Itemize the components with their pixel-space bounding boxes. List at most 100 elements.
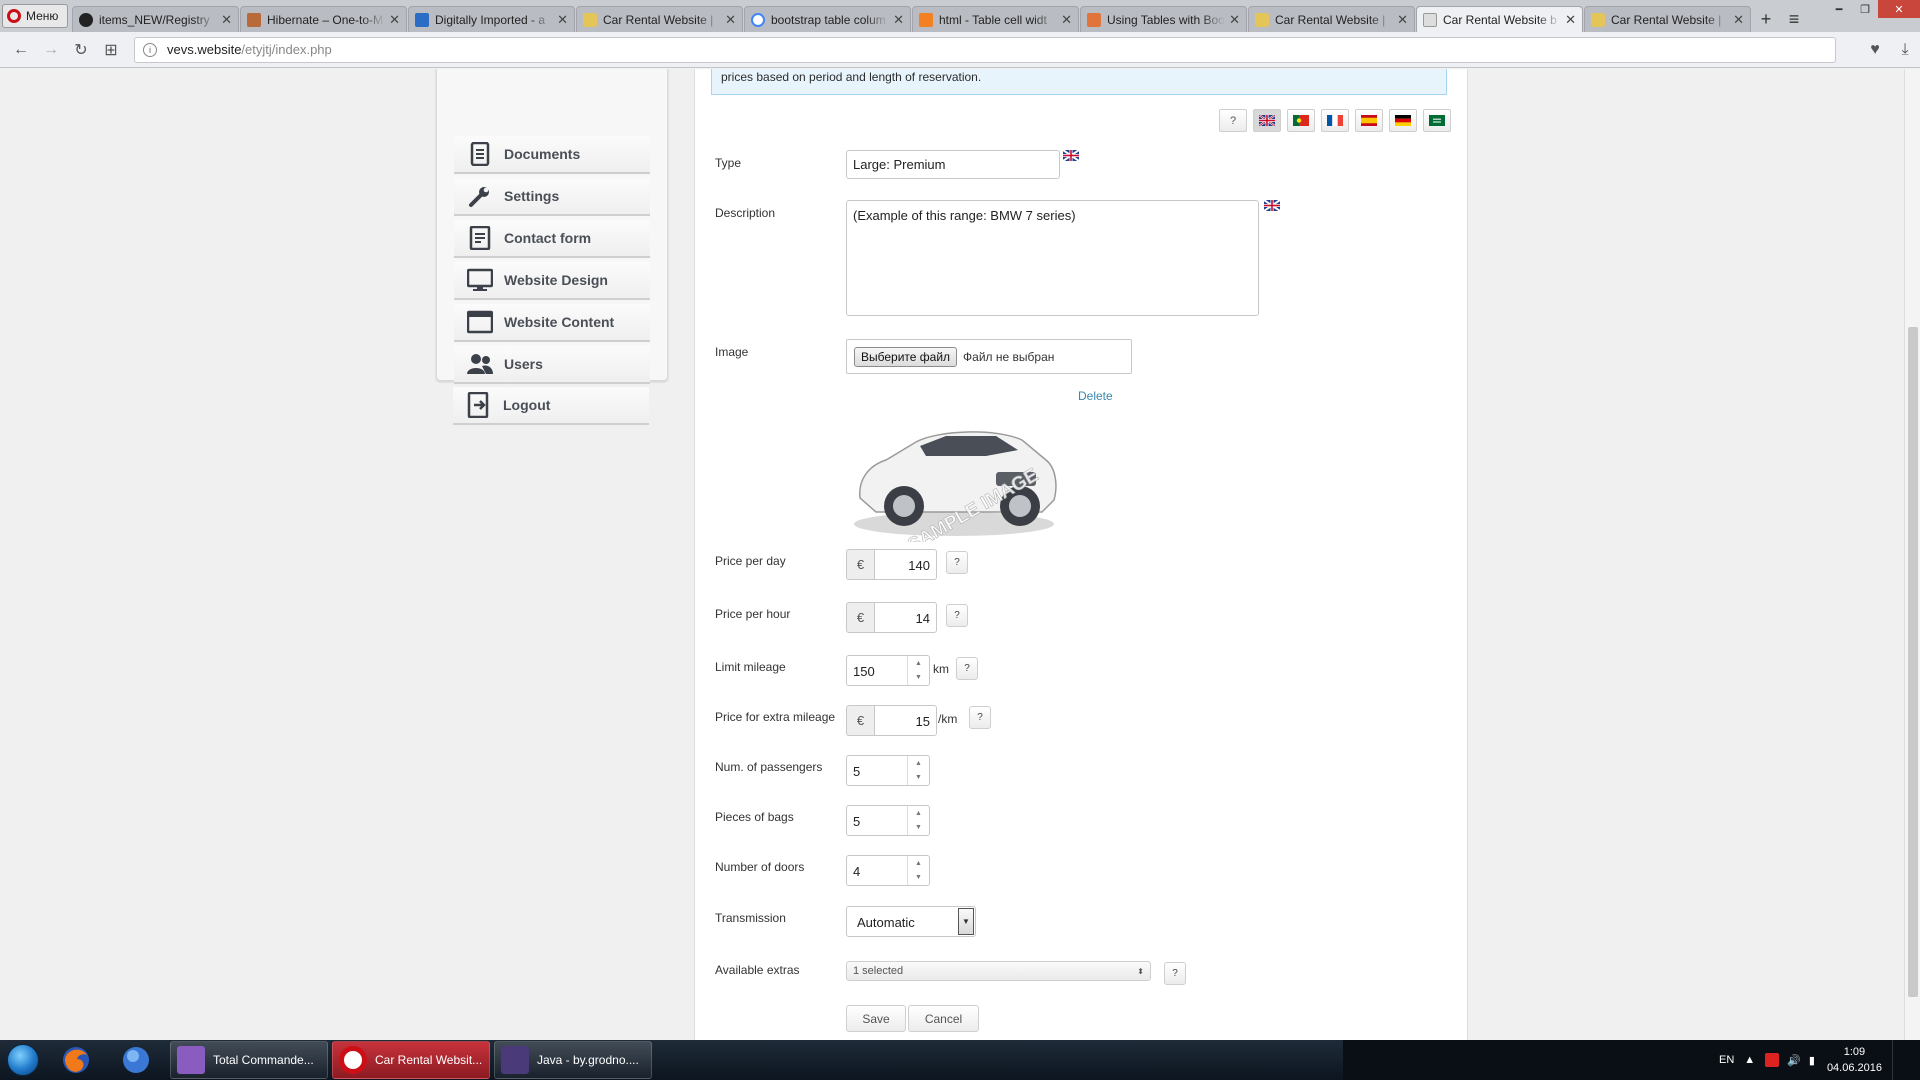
spin-up-icon[interactable]: ▲ [908, 856, 929, 871]
language-help-button[interactable]: ? [1219, 109, 1247, 132]
language-english-button[interactable] [1253, 109, 1281, 132]
limit-mileage-unit: km [933, 662, 949, 676]
sidebar-item-label: Logout [503, 397, 551, 413]
download-icon[interactable]: ⤓ [1890, 35, 1920, 65]
language-german-button[interactable] [1389, 109, 1417, 132]
browser-globe-pin[interactable] [106, 1040, 166, 1080]
save-button[interactable]: Save [846, 1005, 906, 1032]
antivirus-icon[interactable] [1765, 1053, 1780, 1067]
extra-mileage-help-button[interactable]: ? [969, 706, 991, 729]
close-tab-icon[interactable]: ✕ [1061, 12, 1072, 28]
help-label: ? [954, 610, 960, 621]
extra-mileage-input[interactable]: 15 [874, 705, 937, 736]
description-textarea[interactable]: (Example of this range: BMW 7 series) [846, 200, 1259, 316]
language-arabic-button[interactable] [1423, 109, 1451, 132]
type-input[interactable]: Large: Premium [846, 150, 1060, 179]
forward-icon[interactable]: → [36, 35, 66, 65]
total-commander-icon [177, 1046, 205, 1074]
cancel-button[interactable]: Cancel [908, 1005, 979, 1032]
sidebar-item-website-design[interactable]: Website Design [454, 262, 650, 300]
minimize-icon[interactable]: ━ [1826, 0, 1852, 18]
doors-stepper[interactable]: 4 ▲ ▼ [846, 855, 930, 886]
new-tab-button[interactable]: + [1752, 6, 1780, 32]
tab-menu-icon[interactable]: ≡ [1780, 6, 1808, 32]
browser-tab[interactable]: html - Table cell widt ✕ [912, 6, 1079, 32]
firefox-pin[interactable] [46, 1040, 106, 1080]
browser-tab[interactable]: Car Rental Website | ✕ [1584, 6, 1751, 32]
image-file-input[interactable]: Выберите файл Файл не выбран [846, 339, 1132, 374]
sidebar-item-contact-form[interactable]: Contact form [454, 220, 650, 258]
browser-tab[interactable]: Using Tables with Boo ✕ [1080, 6, 1247, 32]
opera-logo-icon [7, 9, 21, 23]
limit-mileage-stepper[interactable]: 150 ▲ ▼ [846, 655, 930, 686]
price-per-day-help-button[interactable]: ? [946, 551, 968, 574]
spin-down-icon[interactable]: ▼ [908, 771, 929, 786]
close-tab-icon[interactable]: ✕ [389, 12, 400, 28]
url-field[interactable]: i vevs.website /etyjtj/index.php [134, 36, 1836, 63]
choose-file-button[interactable]: Выберите файл [854, 346, 958, 367]
browser-tab[interactable]: Digitally Imported - a ✕ [408, 6, 575, 32]
close-tab-icon[interactable]: ✕ [1229, 12, 1240, 28]
browser-tab[interactable]: Hibernate – One-to-M ✕ [240, 6, 407, 32]
clock[interactable]: 1:09 04.06.2016 [1827, 1044, 1882, 1076]
reload-icon[interactable]: ↻ [66, 35, 96, 65]
currency-addon: € [846, 602, 874, 633]
limit-mileage-help-button[interactable]: ? [956, 657, 978, 680]
sidebar-item-settings[interactable]: Settings [454, 178, 650, 216]
sidebar-item-users[interactable]: Users [454, 346, 650, 384]
spin-down-icon[interactable]: ▼ [908, 871, 929, 886]
browser-tab[interactable]: Car Rental Website | ✕ [1248, 6, 1415, 32]
transmission-select[interactable]: Automatic ▼ [846, 906, 976, 937]
speed-dial-icon[interactable]: ⊞ [96, 35, 126, 65]
page-scrollbar[interactable] [1904, 69, 1920, 1040]
opera-menu-button[interactable]: Меню [2, 4, 68, 28]
price-per-hour-input[interactable]: 14 [874, 602, 937, 633]
price-per-hour-help-button[interactable]: ? [946, 604, 968, 627]
close-tab-icon[interactable]: ✕ [1397, 12, 1408, 28]
close-tab-icon[interactable]: ✕ [893, 12, 904, 28]
spin-up-icon[interactable]: ▲ [908, 656, 929, 671]
extras-help-button[interactable]: ? [1164, 962, 1186, 985]
bags-stepper[interactable]: 5 ▲ ▼ [846, 805, 930, 836]
close-tab-icon[interactable]: ✕ [221, 12, 232, 28]
extras-multiselect[interactable]: 1 selected ⬍ [846, 961, 1151, 981]
browser-tab-active[interactable]: Car Rental Website b ✕ [1416, 6, 1583, 32]
sidebar-item-website-content[interactable]: Website Content [454, 304, 650, 342]
language-spanish-button[interactable] [1355, 109, 1383, 132]
keyboard-language[interactable]: EN [1719, 1054, 1734, 1066]
spin-down-icon[interactable]: ▼ [908, 671, 929, 686]
browser-tab[interactable]: items_NEW/Registry ✕ [72, 6, 239, 32]
sidebar-item-logout[interactable]: Logout [453, 387, 649, 425]
language-french-button[interactable] [1321, 109, 1349, 132]
volume-icon[interactable]: 🔊 [1787, 1054, 1801, 1067]
taskbar-item-opera[interactable]: Car Rental Websit... [332, 1041, 490, 1079]
taskbar-item-total-commander[interactable]: Total Commande... [170, 1041, 328, 1079]
delete-image-link[interactable]: Delete [1078, 389, 1113, 403]
close-tab-icon[interactable]: ✕ [725, 12, 736, 28]
close-tab-icon[interactable]: ✕ [1565, 12, 1576, 28]
price-per-day-input[interactable]: 140 [874, 549, 937, 580]
language-portuguese-button[interactable] [1287, 109, 1315, 132]
tray-expand-icon[interactable]: ▲ [1744, 1054, 1755, 1066]
transmission-label: Transmission [715, 911, 786, 925]
start-button[interactable] [0, 1040, 46, 1080]
browser-tab[interactable]: bootstrap table colum ✕ [744, 6, 911, 32]
show-desktop-button[interactable] [1892, 1040, 1906, 1080]
spin-up-icon[interactable]: ▲ [908, 806, 929, 821]
close-tab-icon[interactable]: ✕ [1733, 12, 1744, 28]
sidebar-item-documents[interactable]: Documents [454, 136, 650, 174]
passengers-stepper[interactable]: 5 ▲ ▼ [846, 755, 930, 786]
taskbar-item-java[interactable]: Java - by.grodno.... [494, 1041, 652, 1079]
browser-tab[interactable]: Car Rental Website | ✕ [576, 6, 743, 32]
tab-title: html - Table cell widt [939, 12, 1047, 27]
spin-down-icon[interactable]: ▼ [908, 821, 929, 836]
back-icon[interactable]: ← [6, 35, 36, 65]
scrollbar-thumb[interactable] [1908, 327, 1918, 997]
window-close-icon[interactable]: ✕ [1878, 0, 1920, 18]
network-icon[interactable]: ▮ [1809, 1054, 1815, 1067]
spin-up-icon[interactable]: ▲ [908, 756, 929, 771]
close-tab-icon[interactable]: ✕ [557, 12, 568, 28]
heart-icon[interactable]: ♥ [1860, 35, 1890, 65]
site-info-icon[interactable]: i [143, 42, 157, 57]
restore-icon[interactable]: ❐ [1852, 0, 1878, 18]
